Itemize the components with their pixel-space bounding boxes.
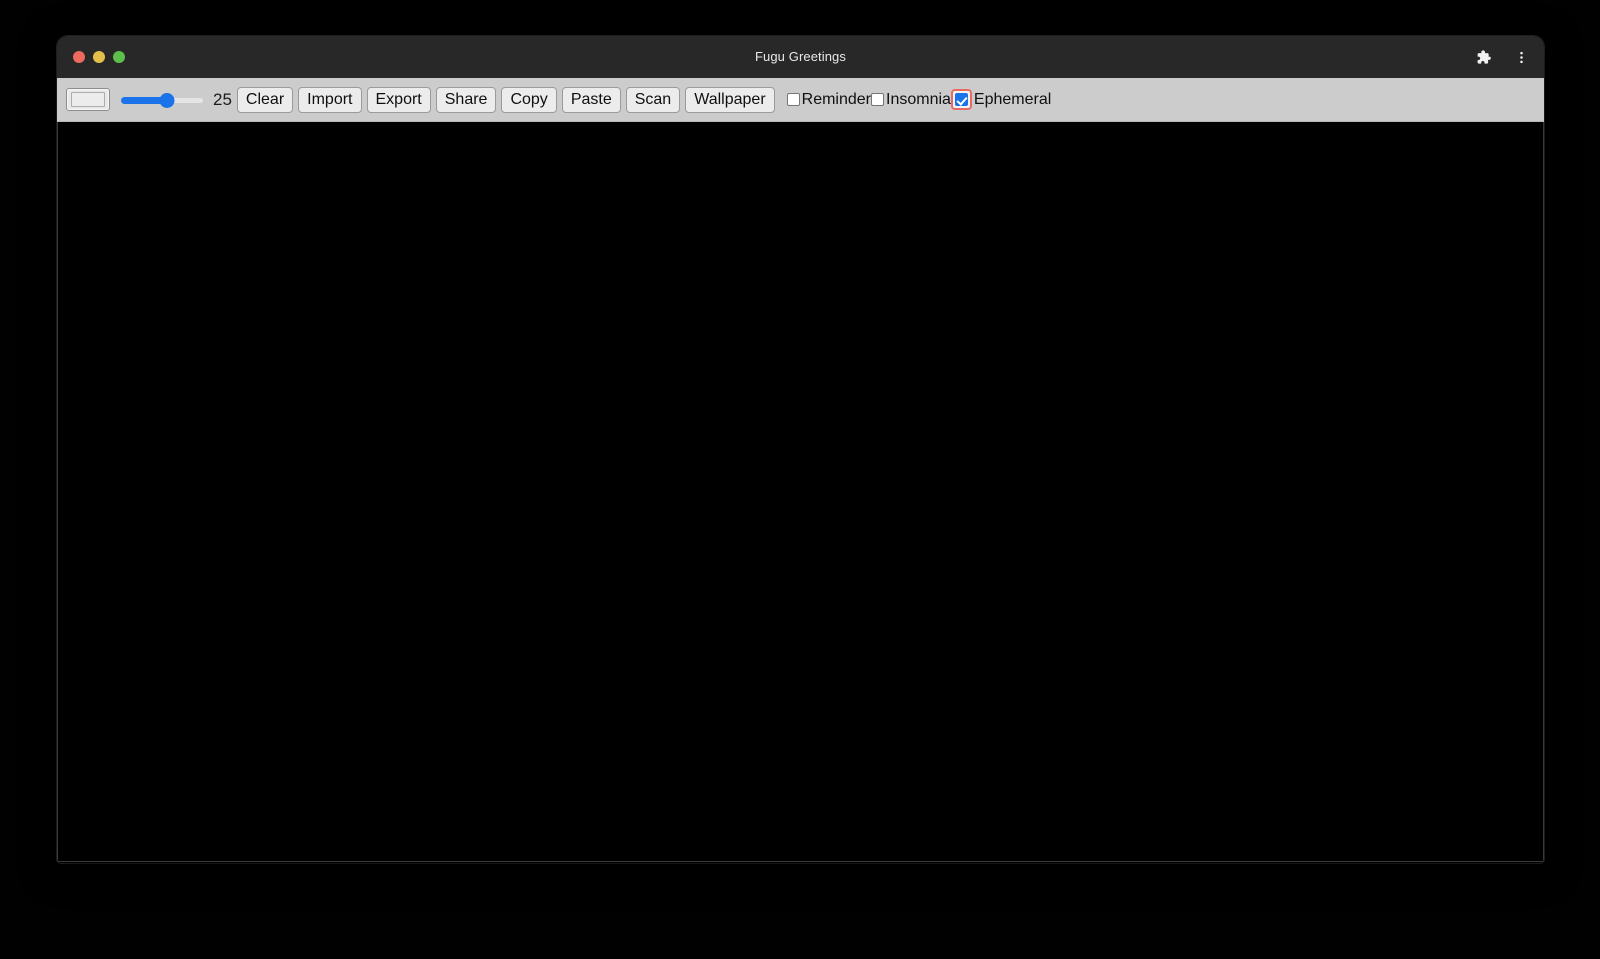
ephemeral-checkbox-group: Ephemeral [950, 89, 1052, 110]
maximize-window-button[interactable] [113, 51, 125, 63]
color-swatch [71, 92, 105, 107]
ephemeral-checkbox[interactable] [954, 93, 968, 106]
insomnia-checkbox-group: Insomnia [871, 90, 951, 108]
scan-button[interactable]: Scan [625, 86, 681, 113]
clear-button[interactable]: Clear [236, 86, 294, 113]
more-menu-icon[interactable] [1508, 44, 1534, 70]
import-button[interactable]: Import [298, 86, 362, 113]
slider-thumb[interactable] [159, 92, 175, 108]
desktop-backdrop: Fugu Greetings 25 Clear Import Export Sh… [0, 0, 1600, 959]
wallpaper-button[interactable]: Wallpaper [685, 86, 775, 113]
window-title: Fugu Greetings [754, 49, 846, 64]
share-button[interactable]: Share [435, 86, 497, 113]
line-width-slider[interactable] [121, 90, 204, 110]
color-picker-input[interactable] [66, 88, 110, 111]
extensions-icon[interactable] [1470, 44, 1496, 70]
export-button[interactable]: Export [366, 86, 431, 113]
window-controls [57, 51, 125, 63]
drawing-canvas[interactable] [57, 122, 1544, 862]
title-bar-actions [1470, 36, 1534, 78]
ephemeral-checkbox-label: Ephemeral [973, 90, 1052, 108]
close-window-button[interactable] [73, 51, 85, 63]
app-toolbar: 25 Clear Import Export Share Copy Paste … [57, 78, 1544, 122]
copy-button[interactable]: Copy [501, 86, 557, 113]
ephemeral-checkbox-focus-ring [950, 89, 972, 110]
paste-button[interactable]: Paste [561, 86, 621, 113]
insomnia-checkbox[interactable] [871, 93, 884, 106]
minimize-window-button[interactable] [93, 51, 105, 63]
reminder-checkbox[interactable] [786, 93, 800, 106]
insomnia-checkbox-label: Insomnia [886, 90, 951, 108]
title-bar: Fugu Greetings [57, 36, 1544, 78]
reminder-checkbox-group: Reminder [786, 90, 871, 108]
slider-value-label: 25 [213, 90, 232, 109]
reminder-checkbox-label: Reminder [801, 90, 871, 108]
browser-window: Fugu Greetings 25 Clear Import Export Sh… [57, 36, 1544, 863]
